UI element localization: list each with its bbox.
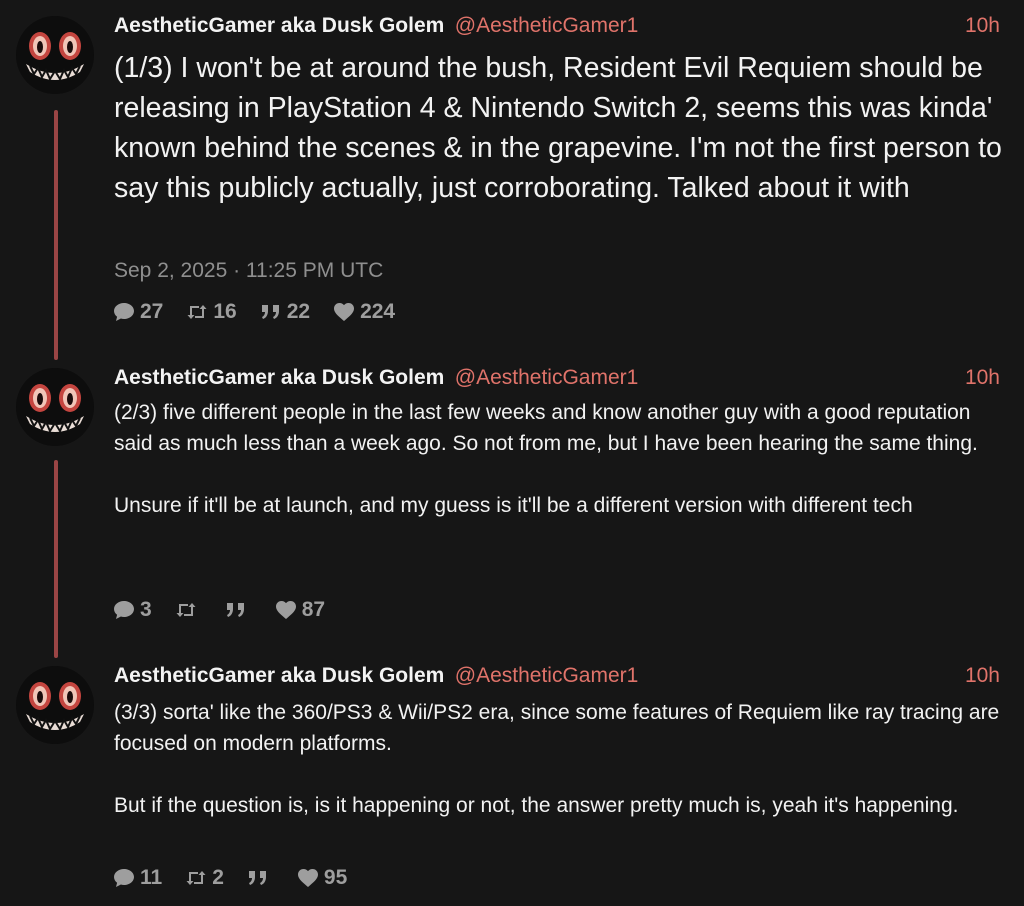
tweet-time[interactable]: 10h bbox=[965, 366, 1000, 390]
comment-icon bbox=[112, 300, 136, 324]
quote-button[interactable] bbox=[246, 866, 274, 890]
like-button[interactable]: 224 bbox=[332, 300, 395, 324]
reply-button[interactable]: 11 bbox=[112, 866, 162, 890]
tweet-stats: 11 2 95 bbox=[112, 866, 369, 890]
retweet-button[interactable]: 2 bbox=[184, 866, 224, 890]
author-name[interactable]: AestheticGamer aka Dusk Golem bbox=[114, 664, 444, 687]
tweet-time[interactable]: 10h bbox=[965, 14, 1000, 38]
avatar-image bbox=[16, 368, 94, 446]
avatar[interactable] bbox=[16, 368, 94, 446]
tweet-header: AestheticGamer aka Dusk Golem @Aesthetic… bbox=[114, 664, 1000, 692]
reply-button[interactable]: 27 bbox=[112, 300, 163, 324]
quote-icon bbox=[259, 300, 283, 324]
like-count: 224 bbox=[360, 300, 396, 323]
tweet-text: (2/3) five different people in the last … bbox=[114, 401, 978, 517]
reply-count: 3 bbox=[140, 598, 152, 621]
like-button[interactable]: 95 bbox=[296, 866, 347, 890]
tweet-header: AestheticGamer aka Dusk Golem @Aesthetic… bbox=[114, 366, 1000, 394]
tweet-date[interactable]: Sep 2, 2025 · 11:25 PM UTC bbox=[114, 259, 383, 283]
avatar[interactable] bbox=[16, 16, 94, 94]
heart-icon bbox=[332, 300, 356, 324]
retweet-button[interactable] bbox=[174, 598, 202, 622]
heart-icon bbox=[274, 598, 298, 622]
tweet-time[interactable]: 10h bbox=[965, 664, 1000, 688]
tweet-stats: 27 16 22 224 bbox=[112, 300, 417, 324]
quote-button[interactable] bbox=[224, 598, 252, 622]
quote-count: 22 bbox=[286, 300, 311, 323]
retweet-count: 16 bbox=[213, 300, 237, 323]
avatar-image bbox=[16, 16, 94, 94]
avatar-image bbox=[16, 666, 94, 744]
heart-icon bbox=[296, 866, 320, 890]
tweet-header: AestheticGamer aka Dusk Golem @Aesthetic… bbox=[114, 14, 1000, 42]
quote-button[interactable]: 22 bbox=[259, 300, 310, 324]
quote-icon bbox=[224, 598, 248, 622]
like-count: 87 bbox=[301, 598, 326, 621]
comment-icon bbox=[112, 866, 136, 890]
retweet-icon bbox=[184, 866, 208, 890]
retweet-count: 2 bbox=[212, 866, 224, 889]
like-count: 95 bbox=[323, 866, 348, 889]
tweet-text: (3/3) sorta' like the 360/PS3 & Wii/PS2 … bbox=[114, 701, 1000, 817]
quote-icon bbox=[246, 866, 270, 890]
reply-button[interactable]: 3 bbox=[112, 598, 152, 622]
retweet-icon bbox=[174, 598, 198, 622]
tweet-text: (1/3) I won't be at around the bush, Res… bbox=[114, 52, 1010, 204]
reply-count: 11 bbox=[140, 866, 163, 889]
comment-icon bbox=[112, 598, 136, 622]
retweet-button[interactable]: 16 bbox=[185, 300, 237, 324]
like-button[interactable]: 87 bbox=[274, 598, 325, 622]
thread-line-2 bbox=[54, 460, 58, 658]
tweet-stats: 3 87 bbox=[112, 598, 347, 622]
author-name[interactable]: AestheticGamer aka Dusk Golem bbox=[114, 14, 444, 37]
author-handle[interactable]: @AestheticGamer1 bbox=[455, 14, 639, 37]
author-name[interactable]: AestheticGamer aka Dusk Golem bbox=[114, 366, 444, 389]
retweet-icon bbox=[185, 300, 209, 324]
author-handle[interactable]: @AestheticGamer1 bbox=[455, 664, 639, 687]
thread-line-1 bbox=[54, 110, 58, 360]
author-handle[interactable]: @AestheticGamer1 bbox=[455, 366, 639, 389]
avatar[interactable] bbox=[16, 666, 94, 744]
reply-count: 27 bbox=[140, 300, 164, 323]
